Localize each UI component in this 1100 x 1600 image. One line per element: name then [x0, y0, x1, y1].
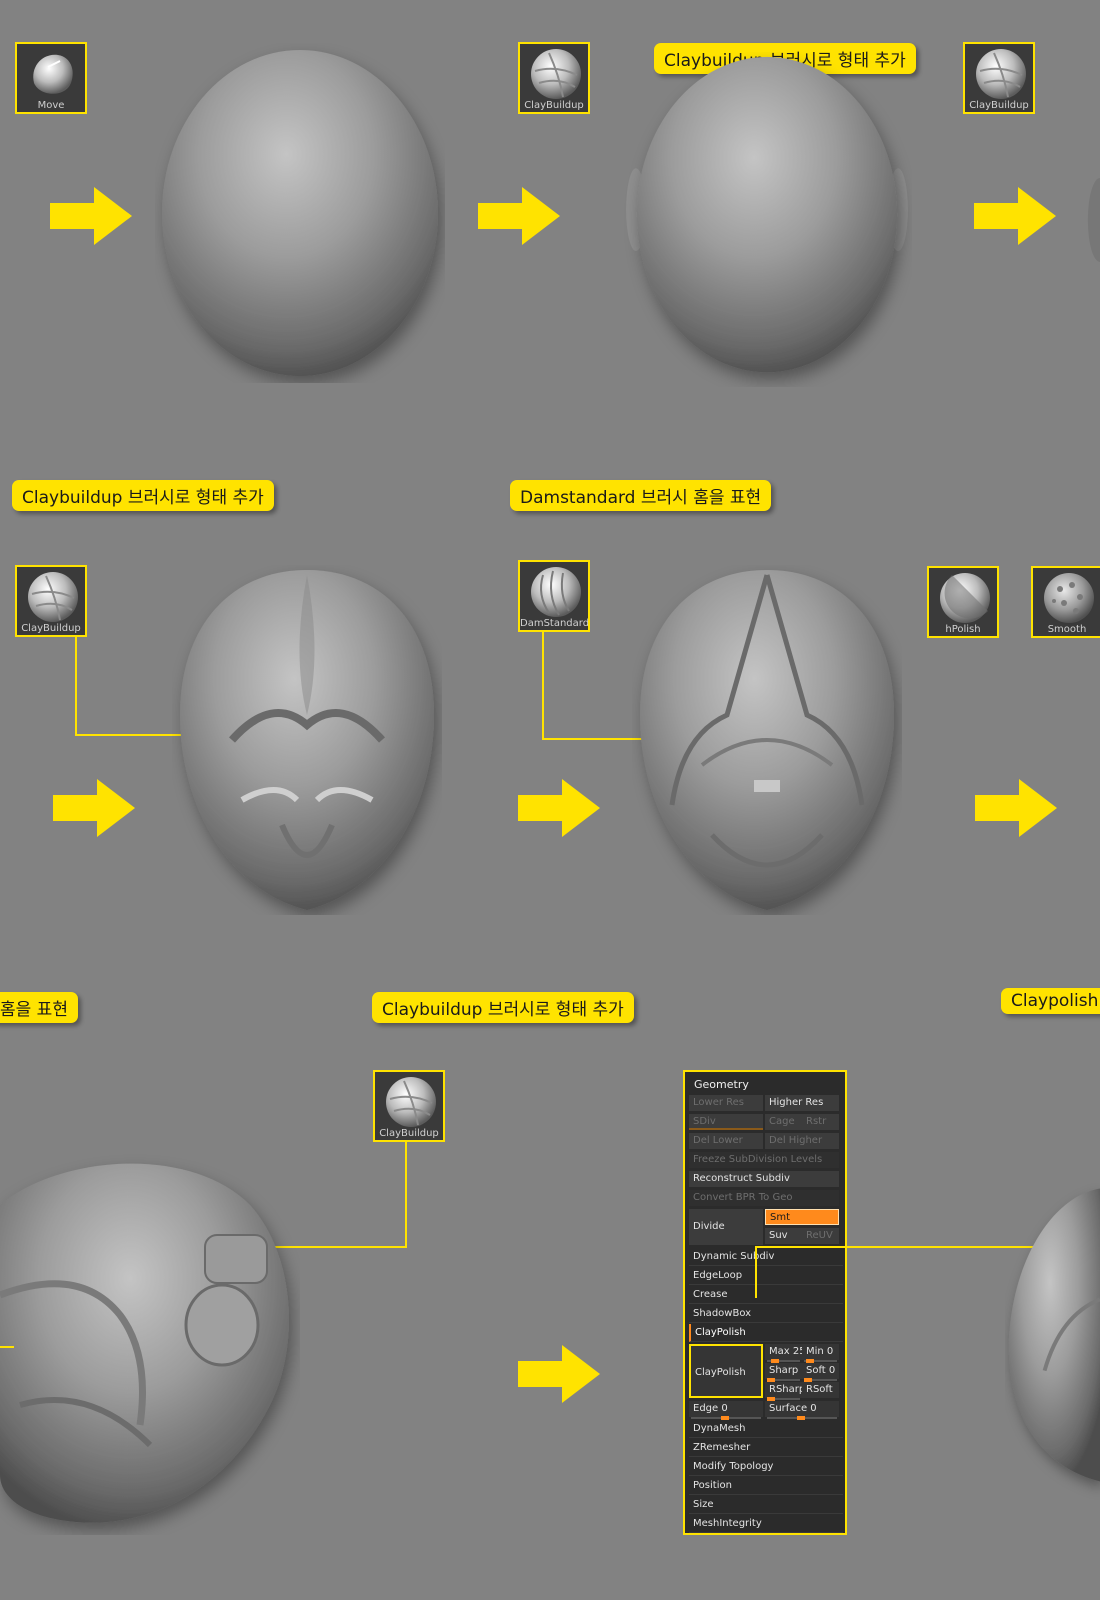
- head-sculpt-3: [180, 570, 434, 910]
- dynamic-subdiv-menu[interactable]: Dynamic Subdiv: [689, 1248, 843, 1266]
- geometry-panel: Geometry Lower Res Higher Res SDiv Cage …: [683, 1070, 847, 1535]
- callout-line: [542, 632, 544, 740]
- edge-slider-track[interactable]: [691, 1416, 761, 1420]
- meshintegrity-menu[interactable]: MeshIntegrity: [689, 1515, 843, 1533]
- hpolish-brush-icon: [940, 573, 990, 623]
- sdiv-slider[interactable]: SDiv: [689, 1114, 763, 1130]
- brush-claybuildup[interactable]: ClayBuildup: [373, 1070, 445, 1142]
- surface-slider[interactable]: Surface 0: [765, 1401, 839, 1417]
- rstr-button[interactable]: Rstr: [802, 1114, 839, 1130]
- brush-label: ClayBuildup: [379, 1128, 439, 1139]
- claybuildup-brush-icon: [386, 1077, 436, 1127]
- sharp-slider[interactable]: Sharp: [765, 1363, 802, 1379]
- smt-toggle[interactable]: Smt: [765, 1209, 839, 1225]
- rsoft-slider[interactable]: RSoft: [802, 1382, 839, 1398]
- brush-claybuildup[interactable]: ClayBuildup: [518, 42, 590, 114]
- arrow-right-icon: [53, 779, 135, 837]
- smooth-brush-icon: [1044, 573, 1094, 623]
- sharp-slider-track[interactable]: [767, 1378, 800, 1382]
- step-label: 홈을 표현: [0, 992, 78, 1023]
- head-sculpt-6: [1008, 1188, 1100, 1482]
- convert-bpr-button[interactable]: Convert BPR To Geo: [689, 1190, 839, 1206]
- cage-button[interactable]: Cage: [765, 1114, 802, 1130]
- max-slider-track[interactable]: [767, 1359, 800, 1363]
- arrow-right-icon: [518, 779, 600, 837]
- soft-slider-track[interactable]: [804, 1378, 837, 1382]
- callout-line: [0, 1346, 14, 1348]
- rsharp-slider[interactable]: RSharp: [765, 1382, 802, 1398]
- arrow-right-icon: [50, 187, 132, 245]
- head-sculpt-2: [626, 56, 908, 373]
- reuv-toggle[interactable]: ReUV: [802, 1228, 839, 1244]
- head-sculpt-4: [640, 570, 894, 910]
- freeze-subdivision-button[interactable]: Freeze SubDivision Levels: [689, 1152, 839, 1168]
- divide-button[interactable]: Divide: [689, 1209, 763, 1245]
- brush-label: Move: [37, 100, 65, 111]
- arrow-right-icon: [478, 187, 560, 245]
- head-sculpt-partial: [1087, 178, 1100, 262]
- claybuildup-brush-icon: [531, 49, 581, 99]
- crease-menu[interactable]: Crease: [689, 1286, 843, 1304]
- brush-label: DamStandard: [520, 618, 590, 629]
- step-label: Claybuildup 브러시로 형태 추가: [12, 480, 274, 511]
- position-menu[interactable]: Position: [689, 1477, 843, 1495]
- brush-label: Smooth: [1047, 624, 1087, 635]
- claybuildup-brush-icon: [976, 49, 1026, 99]
- brush-label: hPolish: [945, 624, 981, 635]
- move-brush-icon: [33, 54, 73, 94]
- brush-label: ClayBuildup: [21, 623, 81, 634]
- zremesher-menu[interactable]: ZRemesher: [689, 1439, 843, 1457]
- brush-claybuildup[interactable]: ClayBuildup: [15, 565, 87, 637]
- panel-title: Geometry: [694, 1078, 749, 1091]
- min-slider[interactable]: Min 0: [802, 1344, 839, 1360]
- brush-label: ClayBuildup: [969, 100, 1029, 111]
- brush-claybuildup[interactable]: ClayBuildup: [963, 42, 1035, 114]
- min-slider-track[interactable]: [804, 1359, 837, 1363]
- brush-label: ClayBuildup: [524, 100, 584, 111]
- callout-line: [755, 1246, 757, 1298]
- arrow-right-icon: [518, 1345, 600, 1403]
- surface-slider-track[interactable]: [767, 1416, 837, 1420]
- callout-line: [75, 637, 77, 735]
- edge-slider[interactable]: Edge 0: [689, 1401, 763, 1417]
- claybuildup-brush-icon: [28, 572, 78, 622]
- dynamesh-menu[interactable]: DynaMesh: [689, 1420, 843, 1438]
- step-label: Claybuildup 브러시로 형태 추가: [372, 992, 634, 1023]
- damstandard-brush-icon: [531, 567, 581, 617]
- claypolish-menu[interactable]: ClayPolish: [689, 1324, 843, 1342]
- brush-move[interactable]: Move: [15, 42, 87, 114]
- step-label: Claypolish: [1001, 988, 1100, 1014]
- head-sculpt-5: [0, 1163, 289, 1523]
- shadowbox-menu[interactable]: ShadowBox: [689, 1305, 843, 1323]
- brush-smooth[interactable]: Smooth: [1031, 566, 1100, 638]
- brush-hpolish[interactable]: hPolish: [927, 566, 999, 638]
- max-slider[interactable]: Max 25: [765, 1344, 802, 1360]
- arrow-right-icon: [974, 187, 1056, 245]
- rsharp-slider-track[interactable]: [767, 1397, 800, 1401]
- brush-damstandard[interactable]: DamStandard: [518, 560, 590, 632]
- head-sculpt-1: [162, 50, 438, 376]
- step-label: Damstandard 브러시 홈을 표현: [510, 480, 772, 511]
- lower-res-button[interactable]: Lower Res: [689, 1095, 763, 1111]
- reconstruct-subdiv-button[interactable]: Reconstruct Subdiv: [689, 1171, 839, 1187]
- modify-topology-menu[interactable]: Modify Topology: [689, 1458, 843, 1476]
- higher-res-button[interactable]: Higher Res: [765, 1095, 839, 1111]
- size-menu[interactable]: Size: [689, 1496, 843, 1514]
- del-higher-button[interactable]: Del Higher: [765, 1133, 839, 1149]
- del-lower-button[interactable]: Del Lower: [689, 1133, 763, 1149]
- edgeloop-menu[interactable]: EdgeLoop: [689, 1267, 843, 1285]
- claypolish-button[interactable]: ClayPolish: [689, 1344, 763, 1398]
- callout-line: [405, 1142, 407, 1247]
- suv-toggle[interactable]: Suv: [765, 1228, 802, 1244]
- soft-slider[interactable]: Soft 0: [802, 1363, 839, 1379]
- arrow-right-icon: [975, 779, 1057, 837]
